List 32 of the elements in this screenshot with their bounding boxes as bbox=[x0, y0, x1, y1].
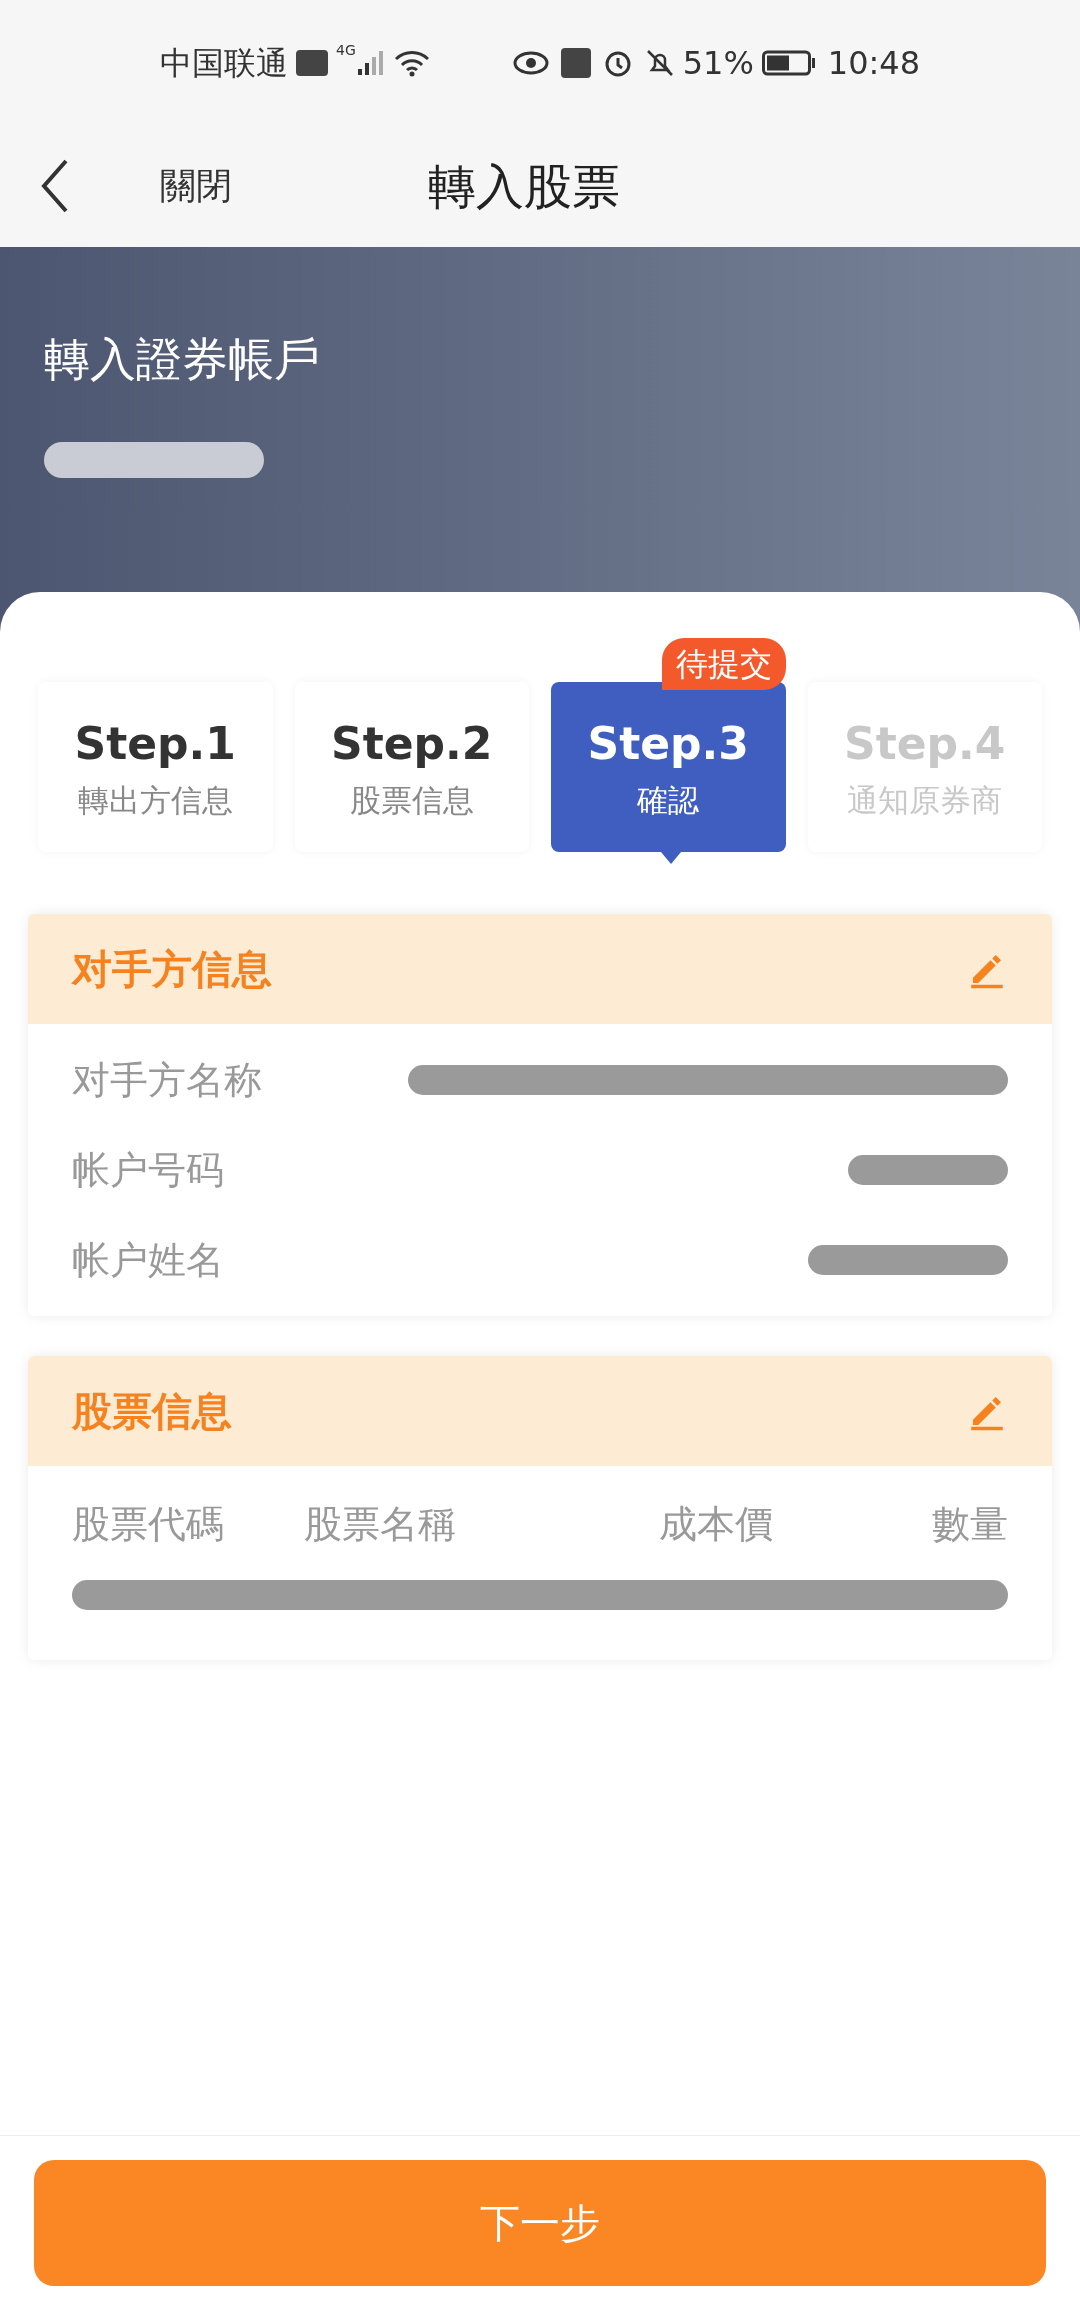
signal-icon bbox=[355, 48, 386, 77]
step-tab[interactable]: Step.3 確認 bbox=[551, 682, 786, 852]
card-title: 对手方信息 bbox=[72, 945, 272, 994]
step-number: Step.2 bbox=[331, 716, 493, 771]
column-header: 數量 bbox=[932, 1500, 1008, 1548]
page-title: 轉入股票 bbox=[428, 157, 620, 216]
step-caption: 確認 bbox=[637, 780, 700, 820]
muted-bell-icon bbox=[644, 47, 675, 78]
step-tab[interactable]: Step.2 股票信息 bbox=[294, 682, 529, 852]
step-caption: 股票信息 bbox=[349, 780, 474, 820]
battery-percent: 51% bbox=[682, 42, 754, 84]
battery-icon bbox=[761, 48, 816, 77]
step-number: Step.1 bbox=[74, 716, 236, 771]
pointer-icon bbox=[661, 852, 681, 864]
field-label: 帐户号码 bbox=[72, 1146, 224, 1194]
column-header: 股票名稱 bbox=[304, 1500, 456, 1548]
step-number: Step.3 bbox=[587, 716, 749, 771]
step-caption: 轉出方信息 bbox=[77, 780, 233, 820]
banner-title: 轉入證券帳戶 bbox=[44, 331, 321, 388]
wifi-icon bbox=[393, 48, 430, 77]
carrier-text: 中国联通 bbox=[160, 42, 288, 84]
clock-text: 10:48 bbox=[827, 42, 920, 84]
column-header: 成本價 bbox=[659, 1500, 774, 1548]
step-tab[interactable]: Step.1 轉出方信息 bbox=[38, 682, 273, 852]
network-text: 4G bbox=[336, 41, 356, 60]
close-link[interactable]: 關閉 bbox=[160, 159, 232, 213]
column-header: 股票代碼 bbox=[72, 1500, 225, 1548]
eye-icon bbox=[512, 49, 549, 76]
card-title: 股票信息 bbox=[72, 1387, 232, 1436]
field-label: 帐户姓名 bbox=[72, 1236, 224, 1284]
status-badge: 待提交 bbox=[661, 638, 786, 690]
field-label: 对手方名称 bbox=[72, 1056, 262, 1104]
